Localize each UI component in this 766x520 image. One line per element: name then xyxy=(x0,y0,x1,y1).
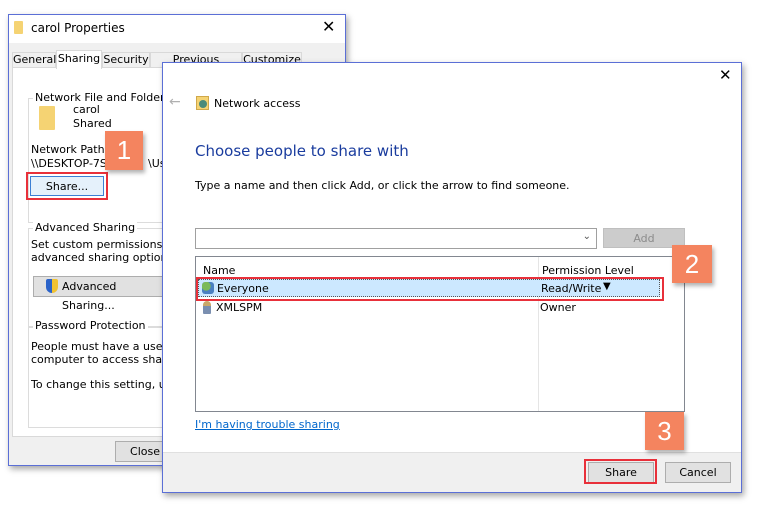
back-arrow-icon[interactable]: ← xyxy=(169,94,181,110)
highlight-share-ellipsis xyxy=(26,172,108,200)
callout-2: 2 xyxy=(672,245,712,283)
chevron-down-icon[interactable]: ⌄ xyxy=(583,231,591,242)
folder-icon xyxy=(39,106,55,130)
name-input-combobox[interactable]: ⌄ xyxy=(195,228,597,249)
title-bar: carol Properties ✕ xyxy=(9,15,345,43)
share-status: Shared xyxy=(73,117,112,130)
user-icon xyxy=(203,301,211,314)
tab-sharing[interactable]: Sharing xyxy=(56,50,102,69)
network-path-value: \\DESKTOP-7SI xyxy=(31,157,111,170)
column-header-permission[interactable]: Permission Level xyxy=(542,264,634,277)
highlight-share-button xyxy=(584,459,657,484)
button-label: Advanced Sharing... xyxy=(62,280,117,312)
advanced-sharing-button[interactable]: Advanced Sharing... xyxy=(33,276,173,312)
row-name: XMLSPM xyxy=(216,301,263,314)
dialog-title: Network access xyxy=(214,97,301,110)
tab-security[interactable]: Security xyxy=(102,52,150,68)
advanced-description-2: advanced sharing options. xyxy=(31,251,177,264)
window-title: carol Properties xyxy=(31,21,125,35)
folder-icon xyxy=(14,21,23,34)
close-icon[interactable]: ✕ xyxy=(322,17,335,36)
network-users-icon xyxy=(196,96,209,110)
highlight-everyone-row xyxy=(196,277,664,301)
uac-shield-icon xyxy=(46,279,58,293)
group-label: Advanced Sharing xyxy=(33,221,138,234)
group-label: Password Protection xyxy=(33,319,148,332)
column-header-name[interactable]: Name xyxy=(203,264,235,277)
callout-1: 1 xyxy=(105,131,143,170)
folder-name: carol xyxy=(73,103,100,116)
table-row[interactable]: XMLSPM Owner xyxy=(198,299,660,317)
page-heading: Choose people to share with xyxy=(195,142,409,160)
trouble-sharing-link[interactable]: I'm having trouble sharing xyxy=(195,418,340,431)
row-permission: Owner xyxy=(540,301,576,314)
tab-general[interactable]: General xyxy=(12,52,56,68)
network-path-label: Network Path: xyxy=(31,143,109,156)
close-icon[interactable]: ✕ xyxy=(719,66,732,84)
cancel-button[interactable]: Cancel xyxy=(665,462,731,483)
callout-3: 3 xyxy=(645,412,684,450)
instruction-text: Type a name and then click Add, or click… xyxy=(195,179,570,192)
